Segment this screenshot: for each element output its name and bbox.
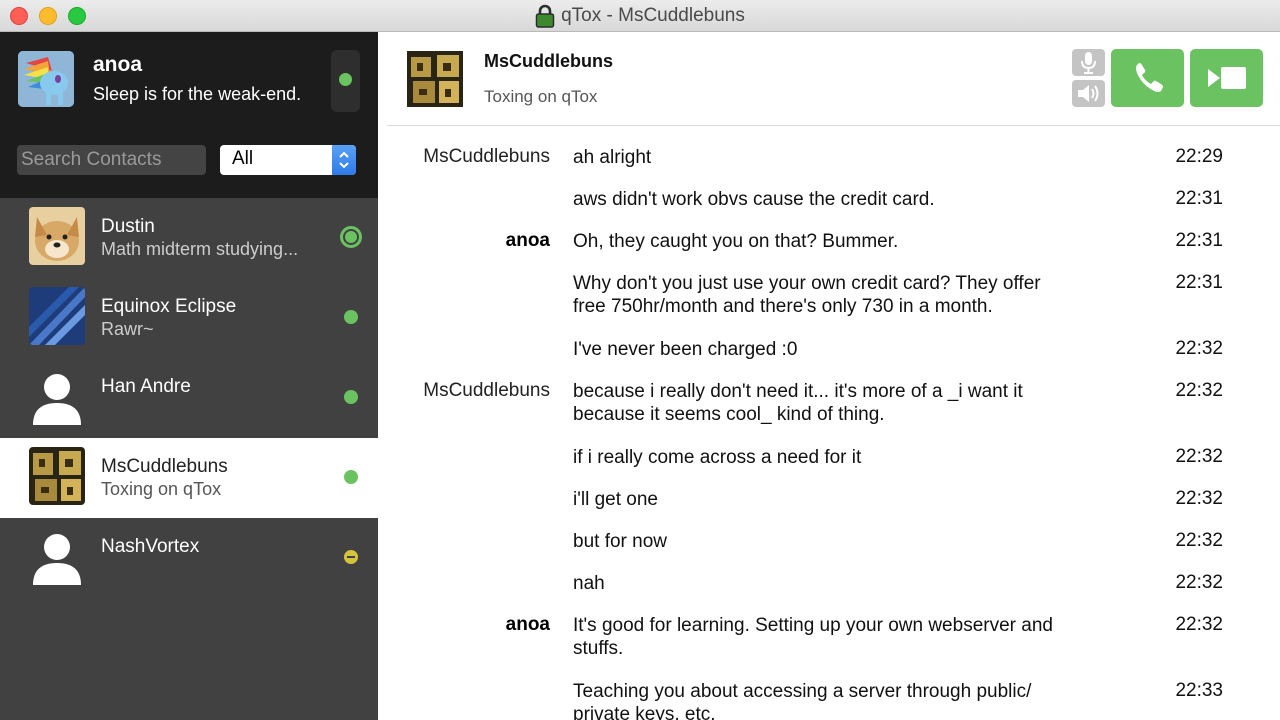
message-time: 22:32 xyxy=(1175,572,1223,593)
message-text[interactable]: Oh, they caught you on that? Bummer. xyxy=(573,230,1073,253)
self-status-message[interactable]: Sleep is for the weak-end. xyxy=(93,84,301,105)
friend-status-message: Toxing on qTox xyxy=(484,87,598,106)
select-arrows-icon xyxy=(332,145,356,175)
online-status-icon xyxy=(339,73,352,86)
speaker-icon xyxy=(1078,85,1099,102)
microphone-icon xyxy=(1081,52,1096,74)
message-time: 22:32 xyxy=(1175,380,1223,401)
message-sender[interactable]: anoa xyxy=(506,230,550,252)
message-time: 22:29 xyxy=(1175,146,1223,167)
message-text[interactable]: Teaching you about accessing a server th… xyxy=(573,680,1073,720)
microphone-button[interactable] xyxy=(1072,49,1105,76)
window-title: qTox - MsCuddlebuns xyxy=(561,5,745,26)
sidebar: anoa Sleep is for the weak-end. All xyxy=(0,32,378,720)
contact-item-han-andre[interactable]: Han Andre xyxy=(0,358,378,438)
lock-icon xyxy=(535,4,555,28)
self-name[interactable]: anoa xyxy=(93,53,142,77)
message-time: 22:32 xyxy=(1175,488,1223,509)
phone-icon xyxy=(1136,63,1163,92)
friend-name: MsCuddlebuns xyxy=(484,51,613,71)
self-avatar[interactable] xyxy=(18,51,74,107)
message-time: 22:31 xyxy=(1175,230,1223,251)
volume-button[interactable] xyxy=(1072,80,1105,107)
self-status-button[interactable] xyxy=(331,50,360,112)
message-text[interactable]: i'll get one xyxy=(573,488,1073,511)
contact-status-message: Toxing on qTox xyxy=(101,479,222,499)
default-user-icon xyxy=(29,527,85,585)
online-status-icon xyxy=(340,226,362,248)
message-time: 22:31 xyxy=(1175,188,1223,209)
message-time: 22:32 xyxy=(1175,338,1223,359)
contact-name: Dustin xyxy=(101,216,155,237)
message-time: 22:32 xyxy=(1175,446,1223,467)
message-sender[interactable]: anoa xyxy=(506,614,550,636)
contact-status-message: Rawr~ xyxy=(101,319,154,339)
contact-name: NashVortex xyxy=(101,536,200,557)
message-text[interactable]: It's good for learning. Setting up your … xyxy=(573,614,1073,660)
online-status-icon xyxy=(344,390,358,404)
contact-item-equinox-eclipse[interactable]: Equinox Eclipse Rawr~ xyxy=(0,278,378,358)
contact-item-dustin[interactable]: Dustin Math midterm studying... xyxy=(0,198,378,278)
title-bar: qTox - MsCuddlebuns xyxy=(0,0,1280,32)
video-call-button[interactable] xyxy=(1190,49,1263,107)
contact-avatar xyxy=(29,447,85,505)
contact-filter-select[interactable]: All xyxy=(220,145,356,175)
message-text[interactable]: ah alright xyxy=(573,146,1073,169)
message-text[interactable]: but for now xyxy=(573,530,1073,553)
contact-item-nashvortex[interactable]: NashVortex xyxy=(0,518,378,598)
contact-item-mscuddlebuns[interactable]: MsCuddlebuns Toxing on qTox xyxy=(0,438,378,518)
default-user-icon xyxy=(29,367,85,425)
message-sender[interactable]: MsCuddlebuns xyxy=(423,146,550,168)
filter-selected-value: All xyxy=(232,148,254,169)
video-camera-icon xyxy=(1208,67,1246,89)
self-profile-panel: anoa Sleep is for the weak-end. All xyxy=(0,32,378,198)
message-time: 22:33 xyxy=(1175,680,1223,701)
online-status-icon xyxy=(344,310,358,324)
message-text[interactable]: if i really come across a need for it xyxy=(573,446,1073,469)
message-text[interactable]: I've never been charged :0 xyxy=(573,338,1073,361)
message-sender[interactable]: MsCuddlebuns xyxy=(423,380,550,402)
contact-avatar xyxy=(29,287,85,345)
friend-avatar[interactable] xyxy=(407,51,463,107)
contact-name: Han Andre xyxy=(101,376,191,397)
away-status-icon xyxy=(344,550,358,564)
message-time: 22:32 xyxy=(1175,614,1223,635)
message-list[interactable]: MsCuddlebuns ah alright 22:29 aws didn't… xyxy=(378,126,1280,720)
message-text[interactable]: Why don't you just use your own credit c… xyxy=(573,272,1073,318)
contact-avatar xyxy=(29,207,85,265)
contact-status-message: Math midterm studying... xyxy=(101,239,299,259)
contact-name: Equinox Eclipse xyxy=(101,296,237,317)
message-text[interactable]: aws didn't work obvs cause the credit ca… xyxy=(573,188,1073,211)
online-status-icon xyxy=(344,470,358,484)
message-text[interactable]: nah xyxy=(573,572,1073,595)
search-contacts-input[interactable] xyxy=(17,145,206,175)
chat-header: MsCuddlebuns Toxing on qTox xyxy=(378,32,1280,126)
audio-call-button[interactable] xyxy=(1111,49,1184,107)
message-text[interactable]: because i really don't need it... it's m… xyxy=(573,380,1073,426)
message-time: 22:31 xyxy=(1175,272,1223,293)
message-time: 22:32 xyxy=(1175,530,1223,551)
contact-name: MsCuddlebuns xyxy=(101,456,228,477)
